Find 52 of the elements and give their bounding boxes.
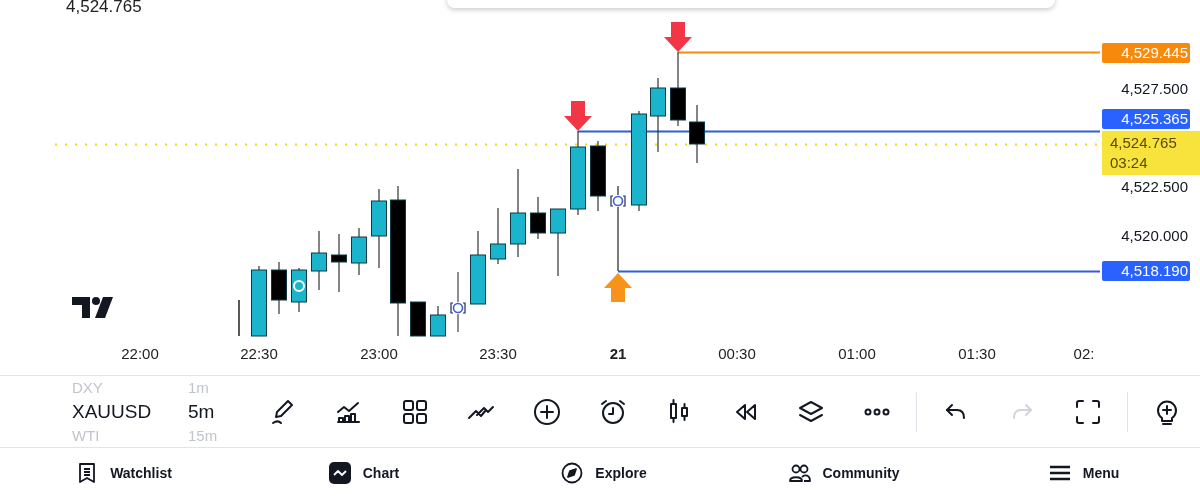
candlestick — [530, 196, 546, 240]
candlestick — [251, 265, 267, 337]
symbol-name: DXY — [72, 379, 104, 396]
candlestick — [490, 207, 506, 265]
candlestick — [291, 267, 307, 313]
circle-marker-icon — [450, 302, 466, 314]
candlestick — [238, 299, 240, 337]
interval: 1m — [188, 379, 209, 396]
candlestick — [271, 261, 287, 315]
price-tick: 4,522.500 — [1121, 177, 1188, 197]
arrow-up-icon — [604, 273, 632, 302]
watchlist-tab[interactable]: Watchlist — [4, 448, 244, 497]
time-label: 23:00 — [360, 345, 398, 362]
time-label: 23:30 — [479, 345, 517, 362]
interval: 5m — [188, 400, 215, 423]
price-marker: 4,529.445 — [1102, 43, 1190, 63]
time-label: 01:30 — [958, 345, 996, 362]
arrow-down-icon — [564, 101, 592, 131]
time-label: 01:00 — [838, 345, 876, 362]
candlestick — [457, 271, 459, 333]
time-label: 00:30 — [718, 345, 756, 362]
candlestick — [689, 104, 705, 164]
arrow-down-icon — [664, 22, 692, 52]
candlestick — [430, 305, 446, 337]
price-marker: 4,525.365 — [1102, 109, 1190, 129]
explore-tab[interactable]: Explore — [484, 448, 724, 497]
menu-tab[interactable]: Menu — [964, 448, 1200, 497]
logo-icon — [72, 297, 113, 318]
symbol-name: XAUUSD — [72, 400, 153, 423]
time-label: 22:00 — [121, 345, 159, 362]
time-label: 02: — [1073, 345, 1095, 362]
price-tick: 4,520.000 — [1121, 226, 1188, 246]
candlestick — [331, 233, 347, 293]
interval: 15m — [188, 427, 218, 444]
symbol-name: WTI — [72, 427, 101, 444]
candlestick — [311, 230, 327, 291]
candlestick — [590, 140, 606, 212]
time-label: 22:30 — [240, 345, 278, 362]
circle-marker-icon — [610, 195, 626, 207]
price-value: 4,524.765 — [1110, 133, 1178, 153]
candlestick — [410, 301, 426, 337]
candlestick — [550, 208, 566, 277]
candlestick — [351, 227, 367, 276]
chart-tab[interactable]: Chart — [244, 448, 484, 497]
price-label: 4,524.765 — [66, 0, 142, 17]
time-label: 21 — [609, 345, 627, 362]
circle-marker-icon — [293, 280, 305, 292]
community-tab[interactable]: Community — [724, 448, 964, 497]
countdown: 03:24 — [1110, 153, 1149, 173]
price-marker: 4,518.190 — [1102, 261, 1190, 281]
price-tick: 4,527.500 — [1121, 79, 1188, 99]
symbol-item[interactable]: XAUUSD 5m — [72, 398, 250, 425]
